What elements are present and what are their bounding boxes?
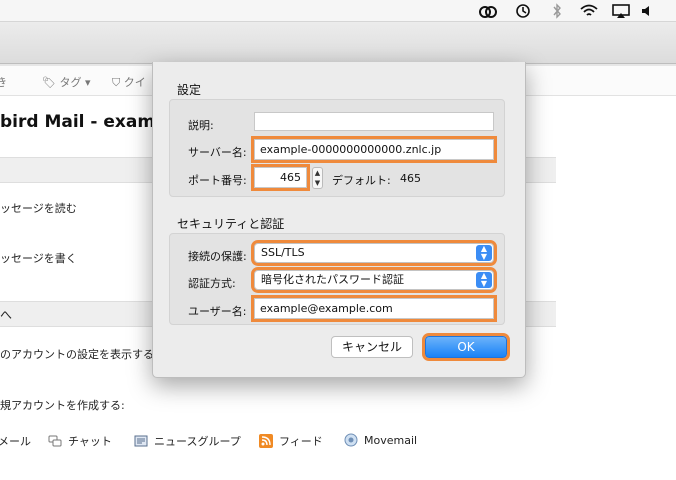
settings-section-title: 設定	[177, 83, 202, 97]
create-mail-account-link[interactable]: メール	[0, 433, 31, 449]
filter-item-partial[interactable]: き	[0, 74, 7, 90]
creative-cloud-icon[interactable]	[478, 3, 498, 19]
read-messages-link[interactable]: ッセージを読む	[0, 200, 77, 216]
connection-security-label: 接続の保護:	[188, 250, 247, 263]
select-arrows-icon: ▲ ▼	[476, 245, 492, 261]
server-settings-dialog: 設定 説明: サーバー名: example-0000000000000.znlc…	[152, 62, 526, 378]
create-movemail-account-link[interactable]: Movemail	[344, 433, 417, 447]
volume-icon[interactable]	[640, 3, 656, 19]
window-toolbar	[0, 22, 676, 64]
create-feed-account-link[interactable]: フィード	[259, 433, 323, 449]
stepper-up-icon[interactable]: ▲	[313, 168, 322, 178]
security-section-title: セキュリティと認証	[177, 217, 285, 231]
filter-icon: ⛉	[112, 76, 121, 89]
server-name-field[interactable]: example-0000000000000.znlc.jp	[251, 136, 497, 163]
security-group: 接続の保護: SSL/TLS ▲ ▼ 認証方式: 暗号化されたパスワード認証 ▲ ▼…	[169, 233, 505, 325]
auth-method-select[interactable]: 暗号化されたパスワード認証 ▲ ▼	[251, 267, 497, 293]
cancel-button[interactable]: キャンセル	[331, 336, 413, 358]
accounts-section-title: へ	[0, 308, 13, 322]
port-stepper[interactable]: ▲ ▼	[312, 167, 323, 189]
airplay-icon[interactable]	[611, 3, 631, 19]
quick-filter-button[interactable]: ⛉ クイ	[112, 74, 146, 90]
username-field[interactable]: example@example.com	[251, 295, 497, 322]
default-port-value: 465	[400, 172, 421, 185]
auth-method-label: 認証方式:	[188, 277, 236, 290]
menu-bar	[0, 0, 676, 22]
username-label: ユーザー名:	[188, 305, 247, 318]
ok-button[interactable]: OK	[422, 333, 510, 361]
bluetooth-icon[interactable]	[550, 3, 564, 19]
view-account-settings-link[interactable]: のアカウントの設定を表示する	[0, 346, 154, 362]
settings-group: 説明: サーバー名: example-0000000000000.znlc.jp…	[169, 99, 505, 197]
server-name-label: サーバー名:	[188, 146, 247, 159]
description-label: 説明:	[188, 119, 214, 132]
default-port-label: デフォルト:	[332, 174, 391, 187]
chat-icon	[48, 435, 62, 447]
create-chat-account-link[interactable]: チャット	[48, 433, 112, 449]
movemail-icon	[344, 433, 358, 447]
connection-security-select[interactable]: SSL/TLS ▲ ▼	[251, 240, 497, 266]
stepper-down-icon[interactable]: ▼	[313, 178, 322, 188]
newsgroup-icon	[134, 435, 148, 447]
wifi-icon[interactable]	[579, 3, 599, 19]
port-field[interactable]: 465	[251, 164, 310, 191]
select-arrows-icon: ▲ ▼	[476, 272, 492, 288]
description-field[interactable]	[254, 112, 494, 131]
tag-filter-button[interactable]: 🏷 タグ ▾	[42, 74, 91, 90]
port-label: ポート番号:	[188, 174, 247, 187]
tag-icon: 🏷	[42, 76, 56, 89]
create-account-label: 規アカウントを作成する:	[0, 399, 125, 412]
rss-feed-icon	[259, 434, 273, 448]
write-messages-link[interactable]: ッセージを書く	[0, 250, 77, 266]
create-newsgroup-account-link[interactable]: ニュースグループ	[134, 433, 241, 449]
time-machine-icon[interactable]	[514, 3, 532, 19]
